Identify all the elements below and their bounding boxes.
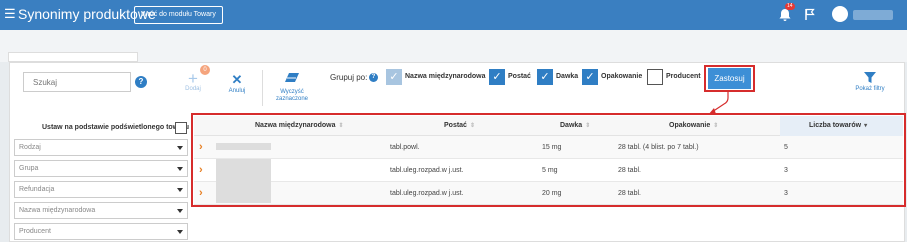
cell-liczba: 3: [784, 190, 788, 197]
cell-opakowanie: 28 tabl.: [618, 190, 641, 197]
sort-desc-icon: ▾: [864, 123, 868, 129]
groupby-option-nazwa: Nazwa międzynarodowa: [405, 73, 486, 80]
cell-postac: tabl.uleg.rozpad.w j.ust.: [390, 167, 464, 174]
groupby-checkbox-nazwa: ✓: [386, 69, 402, 85]
column-dawka-label: Dawka: [560, 122, 583, 129]
cell-liczba: 3: [784, 167, 788, 174]
cancel-button-label: Anuluj: [228, 88, 246, 94]
clear-selection-button[interactable]: Wyczyść zaznaczone: [268, 72, 316, 103]
add-button[interactable]: + 0 Dodaj: [180, 65, 210, 92]
cell-opakowanie: 28 tabl. (4 blist. po 7 tabl.): [618, 144, 699, 151]
app-header: ☰ Synonimy produktowe Wróć do modułu Tow…: [0, 0, 907, 30]
search-help-icon[interactable]: ?: [135, 76, 147, 88]
groupby-help-icon[interactable]: ?: [369, 73, 378, 82]
column-header-dawka[interactable]: Dawka ⇕: [560, 122, 590, 129]
cell-postac: tabl.powl.: [390, 144, 420, 151]
cell-opakowanie: 28 tabl.: [618, 167, 641, 174]
sort-icon: ⇕: [469, 123, 475, 129]
groupby-option-dawka: Dawka: [556, 73, 579, 80]
filter-refundacja-label: Refundacja: [19, 186, 55, 193]
cell-dawka: 5 mg: [542, 167, 558, 174]
filter-producent-label: Producent: [19, 228, 51, 235]
redacted-name: [216, 159, 271, 182]
column-postac-label: Postać: [444, 122, 467, 129]
column-header-postac[interactable]: Postać ⇕: [444, 122, 475, 129]
filter-rodzaj[interactable]: Rodzaj: [14, 139, 188, 156]
set-from-highlighted-checkbox[interactable]: [175, 122, 187, 134]
groupby-checkbox-dawka[interactable]: ✓: [537, 69, 553, 85]
groupby-option-opakowanie: Opakowanie: [601, 73, 643, 80]
apply-button[interactable]: Zastosuj: [708, 68, 751, 89]
sort-icon: ⇕: [713, 123, 719, 129]
filter-grupa-label: Grupa: [19, 165, 39, 172]
cell-dawka: 20 mg: [542, 190, 562, 197]
search-input[interactable]: [23, 72, 131, 92]
filter-nazwa-label: Nazwa międzynarodowa: [19, 207, 96, 214]
column-header-opakowanie[interactable]: Opakowanie ⇕: [669, 122, 718, 129]
user-avatar-icon[interactable]: [832, 6, 848, 22]
set-from-highlighted-label: Ustaw na podstawie podświetlonego towaru: [42, 124, 190, 131]
cell-liczba: 5: [784, 144, 788, 151]
hamburger-icon[interactable]: ☰: [4, 7, 16, 21]
cell-postac: tabl.uleg.rozpad.w j.ust.: [390, 190, 464, 197]
redacted-name: [216, 143, 271, 150]
close-icon: ✕: [231, 72, 243, 87]
back-to-products-button[interactable]: Wróć do modułu Towary: [134, 6, 223, 24]
chevron-down-icon: [177, 167, 183, 171]
column-opakowanie-label: Opakowanie: [669, 122, 711, 129]
toolbar-divider: [262, 70, 263, 106]
clear-label-line1: Wyczyść: [280, 89, 304, 95]
filter-rodzaj-label: Rodzaj: [19, 144, 41, 151]
redacted-name: [216, 182, 271, 203]
add-button-label: Dodaj: [185, 86, 201, 92]
chevron-down-icon: [177, 188, 183, 192]
groupby-checkbox-opakowanie[interactable]: ✓: [582, 69, 598, 85]
results-table: Nazwa międzynarodowa ⇕ Postać ⇕ Dawka ⇕ Opa…: [194, 116, 903, 205]
expand-row-icon[interactable]: ›: [199, 165, 207, 176]
table-row[interactable]: › tabl.powl. 15 mg 28 tabl. (4 blist. po…: [194, 136, 903, 159]
chevron-down-icon: [177, 230, 183, 234]
funnel-icon: [864, 72, 876, 83]
show-filters-button[interactable]: Pokaż filtry: [850, 72, 890, 92]
bell-icon[interactable]: [778, 8, 792, 22]
table-row[interactable]: › tabl.uleg.rozpad.w j.ust. 5 mg 28 tabl…: [194, 159, 903, 182]
sort-icon: ⇕: [585, 123, 591, 129]
show-filters-label: Pokaż filtry: [855, 86, 885, 92]
table-header: Nazwa międzynarodowa ⇕ Postać ⇕ Dawka ⇕ Opa…: [194, 116, 903, 136]
table-row[interactable]: › tabl.uleg.rozpad.w j.ust. 20 mg 28 tab…: [194, 182, 903, 205]
column-header-nazwa[interactable]: Nazwa międzynarodowa ⇕: [255, 122, 344, 129]
column-nazwa-label: Nazwa międzynarodowa: [255, 122, 336, 129]
groupby-label: Grupuj po:: [330, 73, 368, 82]
sort-icon: ⇕: [338, 123, 344, 129]
clear-label-line2: zaznaczone: [275, 96, 309, 102]
eraser-icon: [268, 72, 316, 89]
groupby-option-producent: Producent: [666, 73, 701, 80]
cancel-button[interactable]: ✕ Anuluj: [226, 72, 248, 94]
filter-refundacja[interactable]: Refundacja: [14, 181, 188, 198]
chevron-down-icon: [177, 209, 183, 213]
groupby-checkbox-producent[interactable]: [647, 69, 663, 85]
expand-row-icon[interactable]: ›: [199, 188, 207, 199]
flag-icon[interactable]: [804, 8, 816, 21]
add-count-badge: 0: [200, 65, 210, 75]
filter-nazwa-miedzynarodowa[interactable]: Nazwa międzynarodowa: [14, 202, 188, 219]
groupby-option-postac: Postać: [508, 73, 531, 80]
column-liczba-label: Liczba towarów: [809, 122, 862, 129]
notification-count-badge: 14: [785, 3, 795, 10]
expand-row-icon[interactable]: ›: [199, 142, 207, 153]
background-search-field: [8, 52, 138, 62]
user-name-redacted: [853, 10, 893, 20]
cell-dawka: 15 mg: [542, 144, 562, 151]
filter-grupa[interactable]: Grupa: [14, 160, 188, 177]
chevron-down-icon: [177, 146, 183, 150]
filter-producent[interactable]: Producent: [14, 223, 188, 240]
column-header-liczba[interactable]: Liczba towarów ▾: [809, 122, 867, 129]
groupby-checkbox-postac[interactable]: ✓: [489, 69, 505, 85]
